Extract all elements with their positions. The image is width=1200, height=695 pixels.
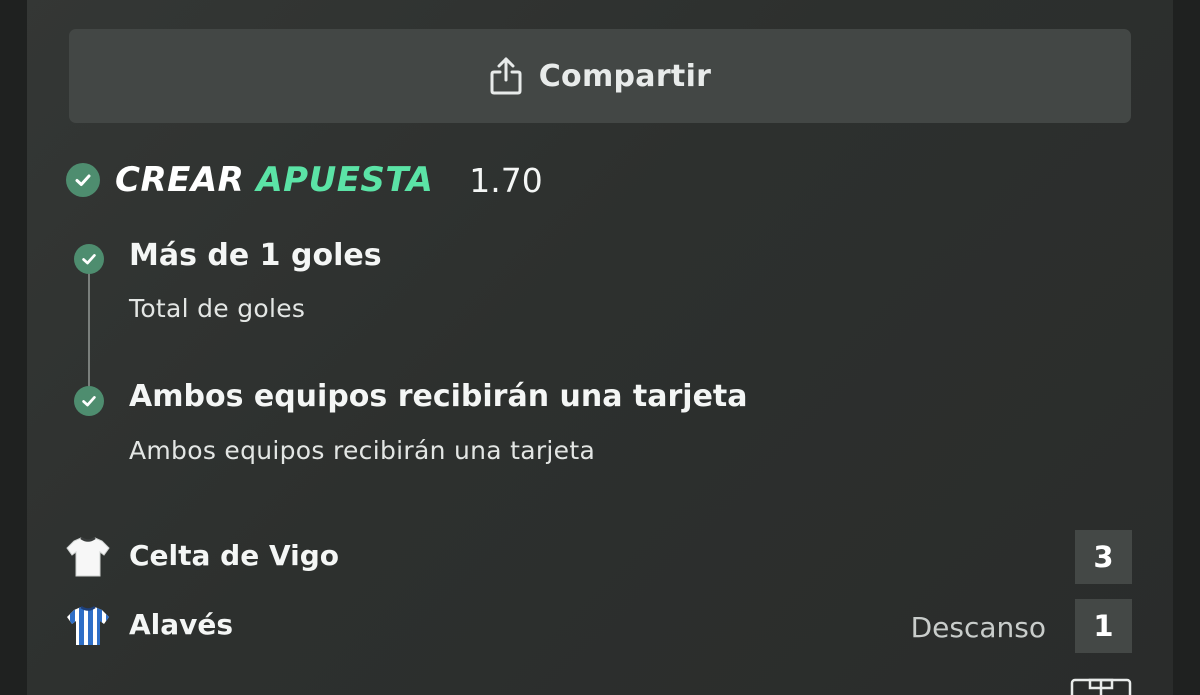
share-button[interactable]: Compartir — [69, 29, 1131, 123]
share-button-label: Compartir — [538, 58, 712, 94]
team-row-home: Celta de Vigo 3 — [66, 530, 1132, 584]
home-team-name: Celta de Vigo — [129, 539, 339, 572]
bet-builder-title-part1: CREAR — [115, 160, 245, 200]
share-icon — [490, 57, 522, 95]
white-shirt-icon — [66, 536, 110, 577]
match-status: Descanso — [910, 611, 1046, 644]
team-row-away: Alavés Descanso 1 — [66, 599, 1132, 653]
bet-won-check-icon — [66, 163, 100, 197]
leg-1-title: Más de 1 goles — [129, 238, 382, 273]
away-team-score: 1 — [1075, 599, 1132, 653]
bet-builder-title-part2: APUESTA — [256, 160, 434, 200]
bet-odds: 1.70 — [469, 160, 543, 200]
leg-2-check-icon — [74, 386, 104, 416]
leg-1-subtitle: Total de goles — [129, 294, 306, 323]
leg-2-title: Ambos equipos recibirán una tarjeta — [129, 379, 748, 414]
away-team-name: Alavés — [129, 608, 234, 641]
leg-2-subtitle: Ambos equipos recibirán una tarjeta — [129, 436, 596, 465]
bet-builder-title: CREAR APUESTA — [115, 160, 433, 200]
legs-connector-line — [88, 270, 90, 388]
home-team-score: 3 — [1075, 530, 1132, 584]
blue-striped-shirt-icon — [67, 605, 109, 645]
bet-builder-header: CREAR APUESTA 1.70 — [66, 158, 543, 202]
pitch-icon[interactable] — [1070, 676, 1132, 695]
bet-detail-screen: Compartir CREAR APUESTA 1.70 Más de 1 gol… — [0, 0, 1200, 695]
leg-1-check-icon — [74, 244, 104, 274]
